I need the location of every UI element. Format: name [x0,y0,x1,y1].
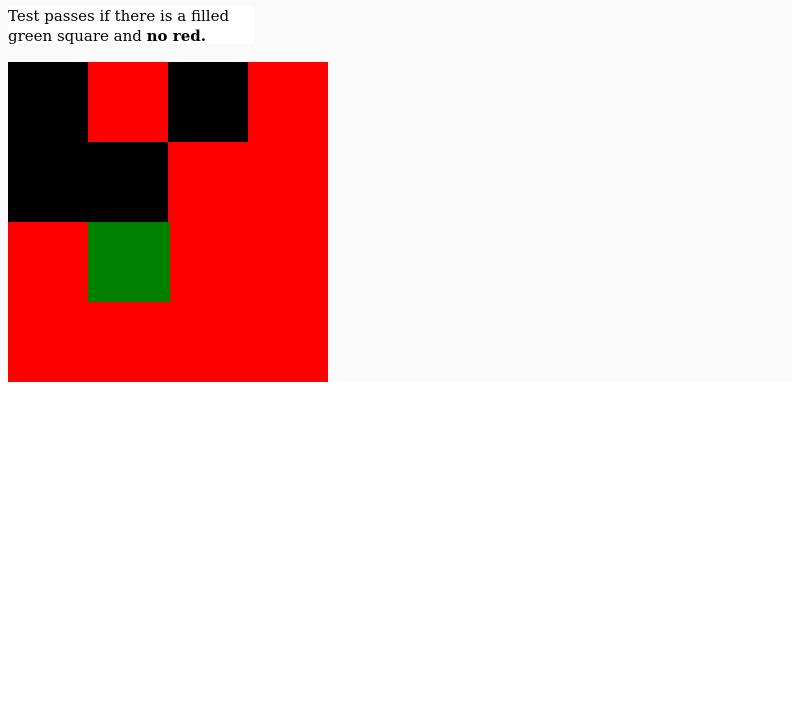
color-grid [8,62,328,382]
instruction-no-red-emphasis: no red. [146,27,206,45]
grid-cell-red [248,142,328,222]
instruction-line-2-text: green square and [8,27,147,45]
grid-cell-red [88,302,168,382]
grid-cell-red [168,222,248,302]
grid-cell-red [248,222,328,302]
grid-cell-red [168,142,248,222]
grid-cell-black [168,62,248,142]
grid-cell-red [248,62,328,142]
grid-cell-red [8,302,88,382]
grid-cell-red [248,302,328,382]
grid-cell-red [8,222,88,302]
grid-cell-black [8,62,88,142]
instruction-line-1: Test passes if there is a filled [8,7,230,25]
grid-cell-green [88,222,170,302]
grid-cell-black [88,142,168,222]
grid-cell-black [8,142,88,222]
grid-cell-red [88,62,168,142]
grid-cell-red [168,302,248,382]
test-instructions: Test passes if there is a filled green s… [8,6,254,45]
